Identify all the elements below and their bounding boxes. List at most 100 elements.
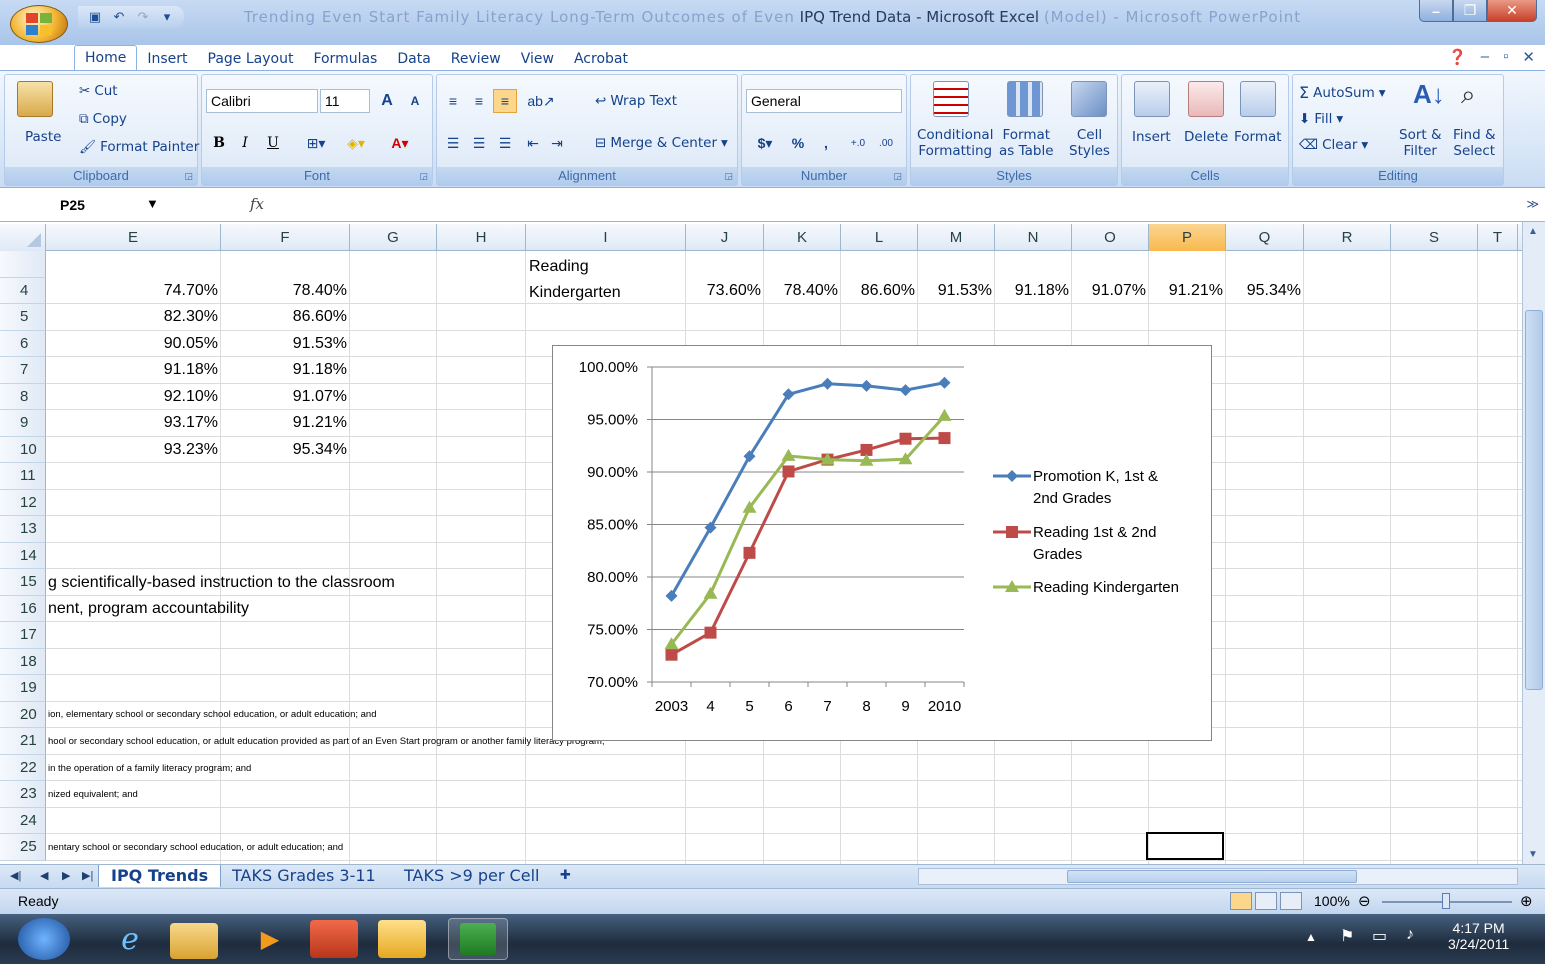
tab-acrobat[interactable]: Acrobat <box>564 48 638 70</box>
cell-text-r21[interactable]: hool or secondary school education, or a… <box>48 729 605 755</box>
line-chart[interactable]: 70.00% 75.00% 80.00% 85.00% 90.00% 95.00% 100.… <box>552 345 1212 741</box>
cell-F6[interactable]: 91.53% <box>221 331 347 357</box>
column-header-k[interactable]: K <box>764 224 841 251</box>
column-header-p[interactable]: P <box>1149 224 1226 251</box>
cell-E6[interactable]: 90.05% <box>46 331 218 357</box>
row-header-6[interactable]: 6 <box>0 330 46 357</box>
align-center-icon[interactable]: ☰ <box>467 131 491 155</box>
normal-view-icon[interactable] <box>1230 892 1252 910</box>
row-header-5[interactable]: 5 <box>0 304 46 331</box>
outlook-taskbar-icon[interactable] <box>378 920 426 958</box>
cell-M4[interactable]: 91.53% <box>918 278 992 304</box>
row-header-21[interactable]: 21 <box>0 728 46 755</box>
zoom-slider-thumb[interactable] <box>1442 893 1450 909</box>
align-bottom-icon[interactable]: ≡ <box>493 89 517 113</box>
paste-icon[interactable] <box>17 81 53 117</box>
formula-input[interactable] <box>280 194 1515 218</box>
last-sheet-icon[interactable]: ▶| <box>82 869 93 882</box>
column-header-r[interactable]: R <box>1304 224 1391 251</box>
delete-button[interactable]: Delete <box>1184 129 1228 145</box>
cell-E9[interactable]: 93.17% <box>46 410 218 436</box>
column-header-j[interactable]: J <box>686 224 764 251</box>
powerpoint-taskbar-icon[interactable] <box>310 920 358 958</box>
row-header-18[interactable]: 18 <box>0 648 46 675</box>
font-size-box[interactable]: 11 <box>320 89 370 113</box>
page-break-view-icon[interactable] <box>1280 892 1302 910</box>
cell-L4[interactable]: 86.60% <box>841 278 915 304</box>
row-header-8[interactable]: 8 <box>0 383 46 410</box>
cut-button[interactable]: ✂ Cut <box>79 83 118 99</box>
horizontal-scroll-thumb[interactable] <box>1067 870 1357 883</box>
row-header-13[interactable]: 13 <box>0 516 46 543</box>
column-header-l[interactable]: L <box>841 224 918 251</box>
conditional-formatting-button[interactable]: Conditional Formatting <box>917 127 993 159</box>
currency-button[interactable]: $ ▾ <box>748 131 782 155</box>
expand-formula-bar-icon[interactable]: ≫ <box>1526 197 1539 211</box>
name-box-dropdown-icon[interactable]: ▼ <box>146 196 159 211</box>
cell-P4[interactable]: 91.21% <box>1149 278 1223 304</box>
format-cells-icon[interactable] <box>1240 81 1276 117</box>
ribbon-close-icon[interactable]: ✕ <box>1522 48 1535 66</box>
cell-styles-icon[interactable] <box>1071 81 1107 117</box>
cell-F7[interactable]: 91.18% <box>221 357 347 383</box>
sort-filter-icon[interactable]: A↓ <box>1413 79 1449 115</box>
cell-styles-button[interactable]: Cell Styles <box>1069 127 1110 159</box>
grow-font-button[interactable]: A <box>374 89 400 113</box>
zoom-level[interactable]: 100% <box>1314 893 1350 909</box>
find-select-button[interactable]: Find & Select <box>1453 127 1495 159</box>
font-name-box[interactable]: Calibri <box>206 89 318 113</box>
row-header-20[interactable]: 20 <box>0 701 46 728</box>
tab-review[interactable]: Review <box>441 48 511 70</box>
column-header-n[interactable]: N <box>995 224 1072 251</box>
row-header-3[interactable] <box>0 251 46 278</box>
select-all-button[interactable] <box>0 224 46 251</box>
paste-button[interactable]: Paste <box>25 129 61 145</box>
cell-E10[interactable]: 93.23% <box>46 437 218 463</box>
cell-F8[interactable]: 91.07% <box>221 384 347 410</box>
row-header-10[interactable]: 10 <box>0 436 46 463</box>
shrink-font-button[interactable]: A <box>402 89 428 113</box>
help-icon[interactable]: ❓ <box>1448 48 1467 66</box>
column-header-q[interactable]: Q <box>1226 224 1304 251</box>
decrease-decimal-button[interactable]: .00 <box>872 131 900 155</box>
format-as-table-button[interactable]: Format as Table <box>999 127 1054 159</box>
increase-indent-icon[interactable]: ⇥ <box>545 131 569 155</box>
cell-E8[interactable]: 92.10% <box>46 384 218 410</box>
align-middle-icon[interactable]: ≡ <box>467 89 491 113</box>
insert-button[interactable]: Insert <box>1132 129 1171 145</box>
align-top-icon[interactable]: ≡ <box>441 89 465 113</box>
cell-F5[interactable]: 86.60% <box>221 304 347 330</box>
vertical-scroll-thumb[interactable] <box>1525 310 1543 690</box>
close-button[interactable]: ✕ <box>1487 0 1537 22</box>
row-header-12[interactable]: 12 <box>0 489 46 516</box>
column-header-i[interactable]: I <box>526 224 686 251</box>
zoom-in-icon[interactable]: ⊕ <box>1520 892 1533 910</box>
tab-data[interactable]: Data <box>387 48 440 70</box>
name-box[interactable]: P25 <box>8 194 168 218</box>
minimize-button[interactable]: – <box>1419 0 1453 22</box>
row-header-19[interactable]: 19 <box>0 675 46 702</box>
dialog-launcher-icon[interactable]: ◲ <box>419 171 428 182</box>
zoom-out-icon[interactable]: ⊖ <box>1358 892 1371 910</box>
cell-text-r22[interactable]: in the operation of a family literacy pr… <box>48 756 251 782</box>
format-as-table-icon[interactable] <box>1007 81 1043 117</box>
restore-button[interactable]: ❐ <box>1453 0 1487 22</box>
cell-N4[interactable]: 91.18% <box>995 278 1069 304</box>
italic-button[interactable]: I <box>234 131 256 155</box>
format-button[interactable]: Format <box>1234 129 1282 145</box>
increase-decimal-icon[interactable]: +.0 <box>846 131 870 155</box>
row-header-24[interactable]: 24 <box>0 807 46 834</box>
ribbon-restore-icon[interactable]: ▫ <box>1503 48 1508 66</box>
fill-color-icon[interactable]: ◈▾ <box>336 131 376 155</box>
vertical-scrollbar[interactable]: ▲ ▼ <box>1522 222 1545 864</box>
decrease-indent-icon[interactable]: ⇤ <box>521 131 545 155</box>
row-header-22[interactable]: 22 <box>0 754 46 781</box>
tab-formulas[interactable]: Formulas <box>303 48 387 70</box>
scroll-down-icon[interactable]: ▼ <box>1528 849 1538 860</box>
insert-cells-icon[interactable] <box>1134 81 1170 117</box>
media-player-icon[interactable]: ▶ <box>240 918 300 960</box>
cell-Q4[interactable]: 95.34% <box>1226 278 1301 304</box>
cell-O4[interactable]: 91.07% <box>1072 278 1146 304</box>
cell-E4[interactable]: 74.70% <box>46 278 218 304</box>
cell-J4[interactable]: 73.60% <box>686 278 761 304</box>
